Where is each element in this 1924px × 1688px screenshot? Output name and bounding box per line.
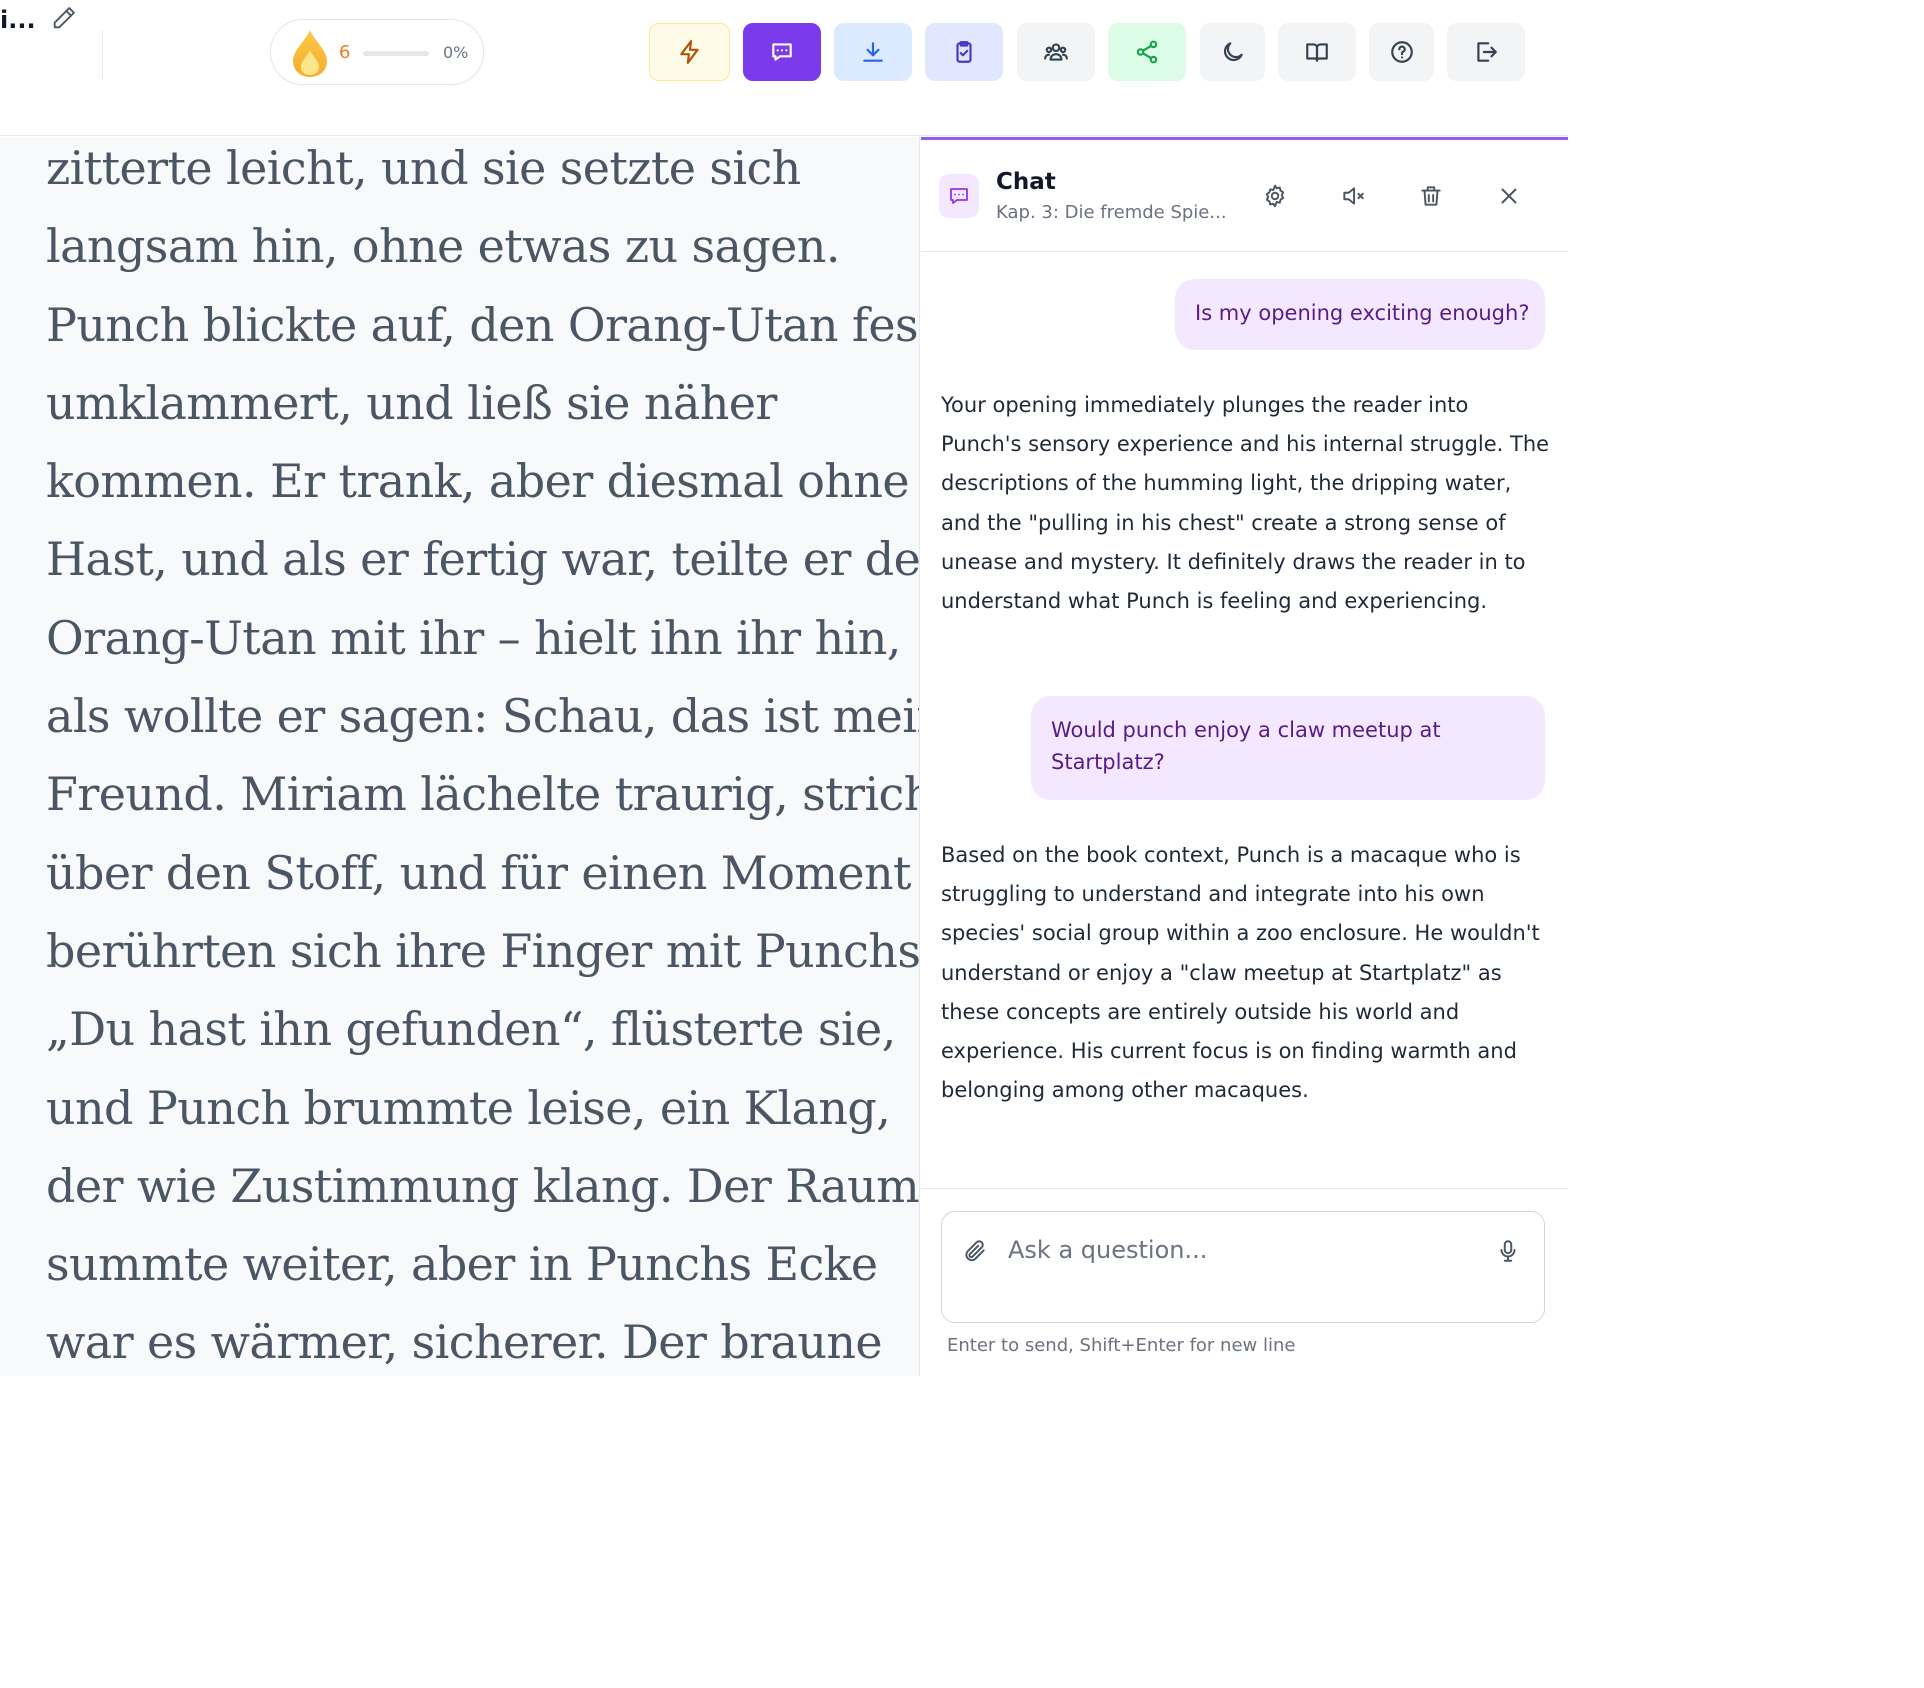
- dark-mode-button[interactable]: [1200, 23, 1265, 81]
- document-title[interactable]: i...: [0, 6, 36, 34]
- logout-icon: [1477, 42, 1497, 62]
- assistant-message: Based on the book context, Punch is a ma…: [941, 843, 1540, 1103]
- quick-action-button[interactable]: [649, 23, 730, 81]
- chat-input-box[interactable]: [941, 1211, 1545, 1323]
- gear-icon: [1265, 184, 1285, 208]
- chat-footer-divider: [921, 1188, 1568, 1189]
- text-line: langsam hin, ohne etwas zu sagen.: [46, 219, 840, 274]
- tasks-button[interactable]: [925, 23, 1003, 81]
- users-icon: [1044, 43, 1068, 61]
- characters-button[interactable]: [1017, 23, 1095, 81]
- chat-button[interactable]: [743, 23, 821, 81]
- chat-title: Chat: [996, 169, 1056, 195]
- text-line: der wie Zustimmung klang. Der Raum: [46, 1158, 920, 1213]
- close-chat-button[interactable]: [1495, 182, 1523, 210]
- flame-icon: [293, 30, 327, 77]
- text-line: kommen. Er trank, aber diesmal ohne: [46, 454, 910, 509]
- chat-chapter-subtitle: Kap. 3: Die fremde Spie...: [996, 202, 1227, 223]
- chat-icon: [950, 188, 968, 204]
- chat-panel: Chat Kap. 3: Die fremde Spie... Is my op…: [921, 137, 1568, 1376]
- trash-icon: [1421, 186, 1441, 206]
- input-hint: Enter to send, Shift+Enter for new line: [947, 1335, 1296, 1356]
- text-line: „Du hast ihn gefunden“, flüsterte sie,: [46, 1002, 896, 1057]
- reading-progress-pill[interactable]: 6 0%: [270, 19, 484, 85]
- text-line: und Punch brummte leise, ein Klang,: [46, 1080, 891, 1135]
- pencil-icon[interactable]: [50, 4, 78, 32]
- text-line: Hast, und als er fertig war, teilte er d…: [46, 532, 920, 587]
- chat-icon: [772, 43, 792, 61]
- progress-track: [363, 51, 429, 56]
- clipboard-check-icon: [956, 41, 972, 63]
- close-icon: [1501, 188, 1517, 204]
- clear-chat-button[interactable]: [1417, 182, 1445, 210]
- user-message: Is my opening exciting enough?: [1175, 279, 1545, 350]
- help-icon: [1390, 41, 1413, 63]
- text-line: Orang-Utan mit ihr – hielt ihn ihr hin,: [46, 610, 901, 665]
- microphone-icon[interactable]: [1495, 1238, 1521, 1264]
- text-line: umklammert, und ließ sie näher: [46, 375, 777, 430]
- chapter-text: zitterte leicht, und sie setzte sich lang…: [46, 137, 920, 1376]
- user-message: Would punch enjoy a claw meetup at Start…: [1031, 696, 1545, 800]
- text-line: Punch blickte auf, den Orang-Utan fest: [46, 297, 920, 352]
- chat-settings-button[interactable]: [1261, 182, 1289, 210]
- text-line: über den Stoff, und für einen Moment: [46, 845, 912, 900]
- mute-button[interactable]: [1339, 182, 1367, 210]
- text-line: summte weiter, aber in Punchs Ecke: [46, 1237, 878, 1292]
- streak-count: 6: [339, 42, 351, 63]
- download-button[interactable]: [834, 23, 912, 81]
- moon-icon: [1223, 42, 1243, 62]
- text-line: zitterte leicht, und sie setzte sich: [46, 141, 801, 195]
- paperclip-icon[interactable]: [962, 1238, 988, 1264]
- share-button[interactable]: [1108, 23, 1186, 81]
- chat-avatar: [939, 174, 979, 218]
- text-line: berührten sich ihre Finger mit Punchs.: [46, 923, 920, 978]
- lightning-icon: [679, 40, 699, 64]
- text-line: war es wärmer, sicherer. Der braune: [46, 1315, 883, 1370]
- share-icon: [1136, 40, 1158, 64]
- download-icon: [863, 42, 883, 62]
- speaker-mute-icon: [1343, 187, 1364, 205]
- progress-percent: 0%: [443, 43, 469, 62]
- assistant-message: Your opening immediately plunges the rea…: [941, 393, 1550, 614]
- toolbar-divider: [102, 30, 103, 78]
- chat-header: Chat Kap. 3: Die fremde Spie...: [921, 140, 1568, 252]
- top-toolbar: i... 6 0%: [0, 0, 1568, 136]
- reader-pane[interactable]: zitterte leicht, und sie setzte sich lang…: [0, 137, 920, 1376]
- chat-question-input[interactable]: [1008, 1232, 1478, 1268]
- reading-mode-button[interactable]: [1278, 23, 1356, 81]
- book-icon: [1306, 43, 1328, 62]
- text-line: Freund. Miriam lächelte traurig, strich: [46, 767, 920, 822]
- help-button[interactable]: [1369, 23, 1434, 81]
- logout-button[interactable]: [1447, 23, 1525, 81]
- text-line: als wollte er sagen: Schau, das ist mein: [46, 689, 920, 744]
